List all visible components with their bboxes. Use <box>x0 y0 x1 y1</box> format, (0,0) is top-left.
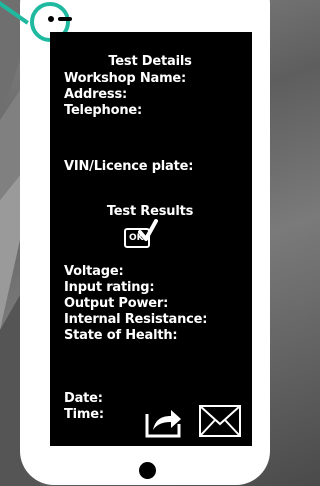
time-label: Time: <box>64 407 104 422</box>
speaker-icon <box>48 16 72 22</box>
home-button[interactable] <box>139 462 156 479</box>
workshop-name-label: Workshop Name: <box>64 71 187 86</box>
mail-icon[interactable] <box>198 404 242 438</box>
test-details-heading: Test Details <box>108 54 192 69</box>
internal-resistance-label: Internal Resistance: <box>64 312 208 327</box>
share-icon[interactable] <box>143 402 183 438</box>
output-power-label: Output Power: <box>64 296 169 311</box>
date-label: Date: <box>64 391 103 406</box>
check-mark-icon <box>138 219 158 241</box>
telephone-label: Telephone: <box>64 103 142 118</box>
vin-licence-plate-label: VIN/Licence plate: <box>64 159 194 174</box>
test-results-heading: Test Results <box>106 204 194 219</box>
address-label: Address: <box>64 87 127 102</box>
voltage-label: Voltage: <box>64 264 124 279</box>
state-of-health-label: State of Health: <box>64 328 178 343</box>
input-rating-label: Input rating: <box>64 280 155 295</box>
